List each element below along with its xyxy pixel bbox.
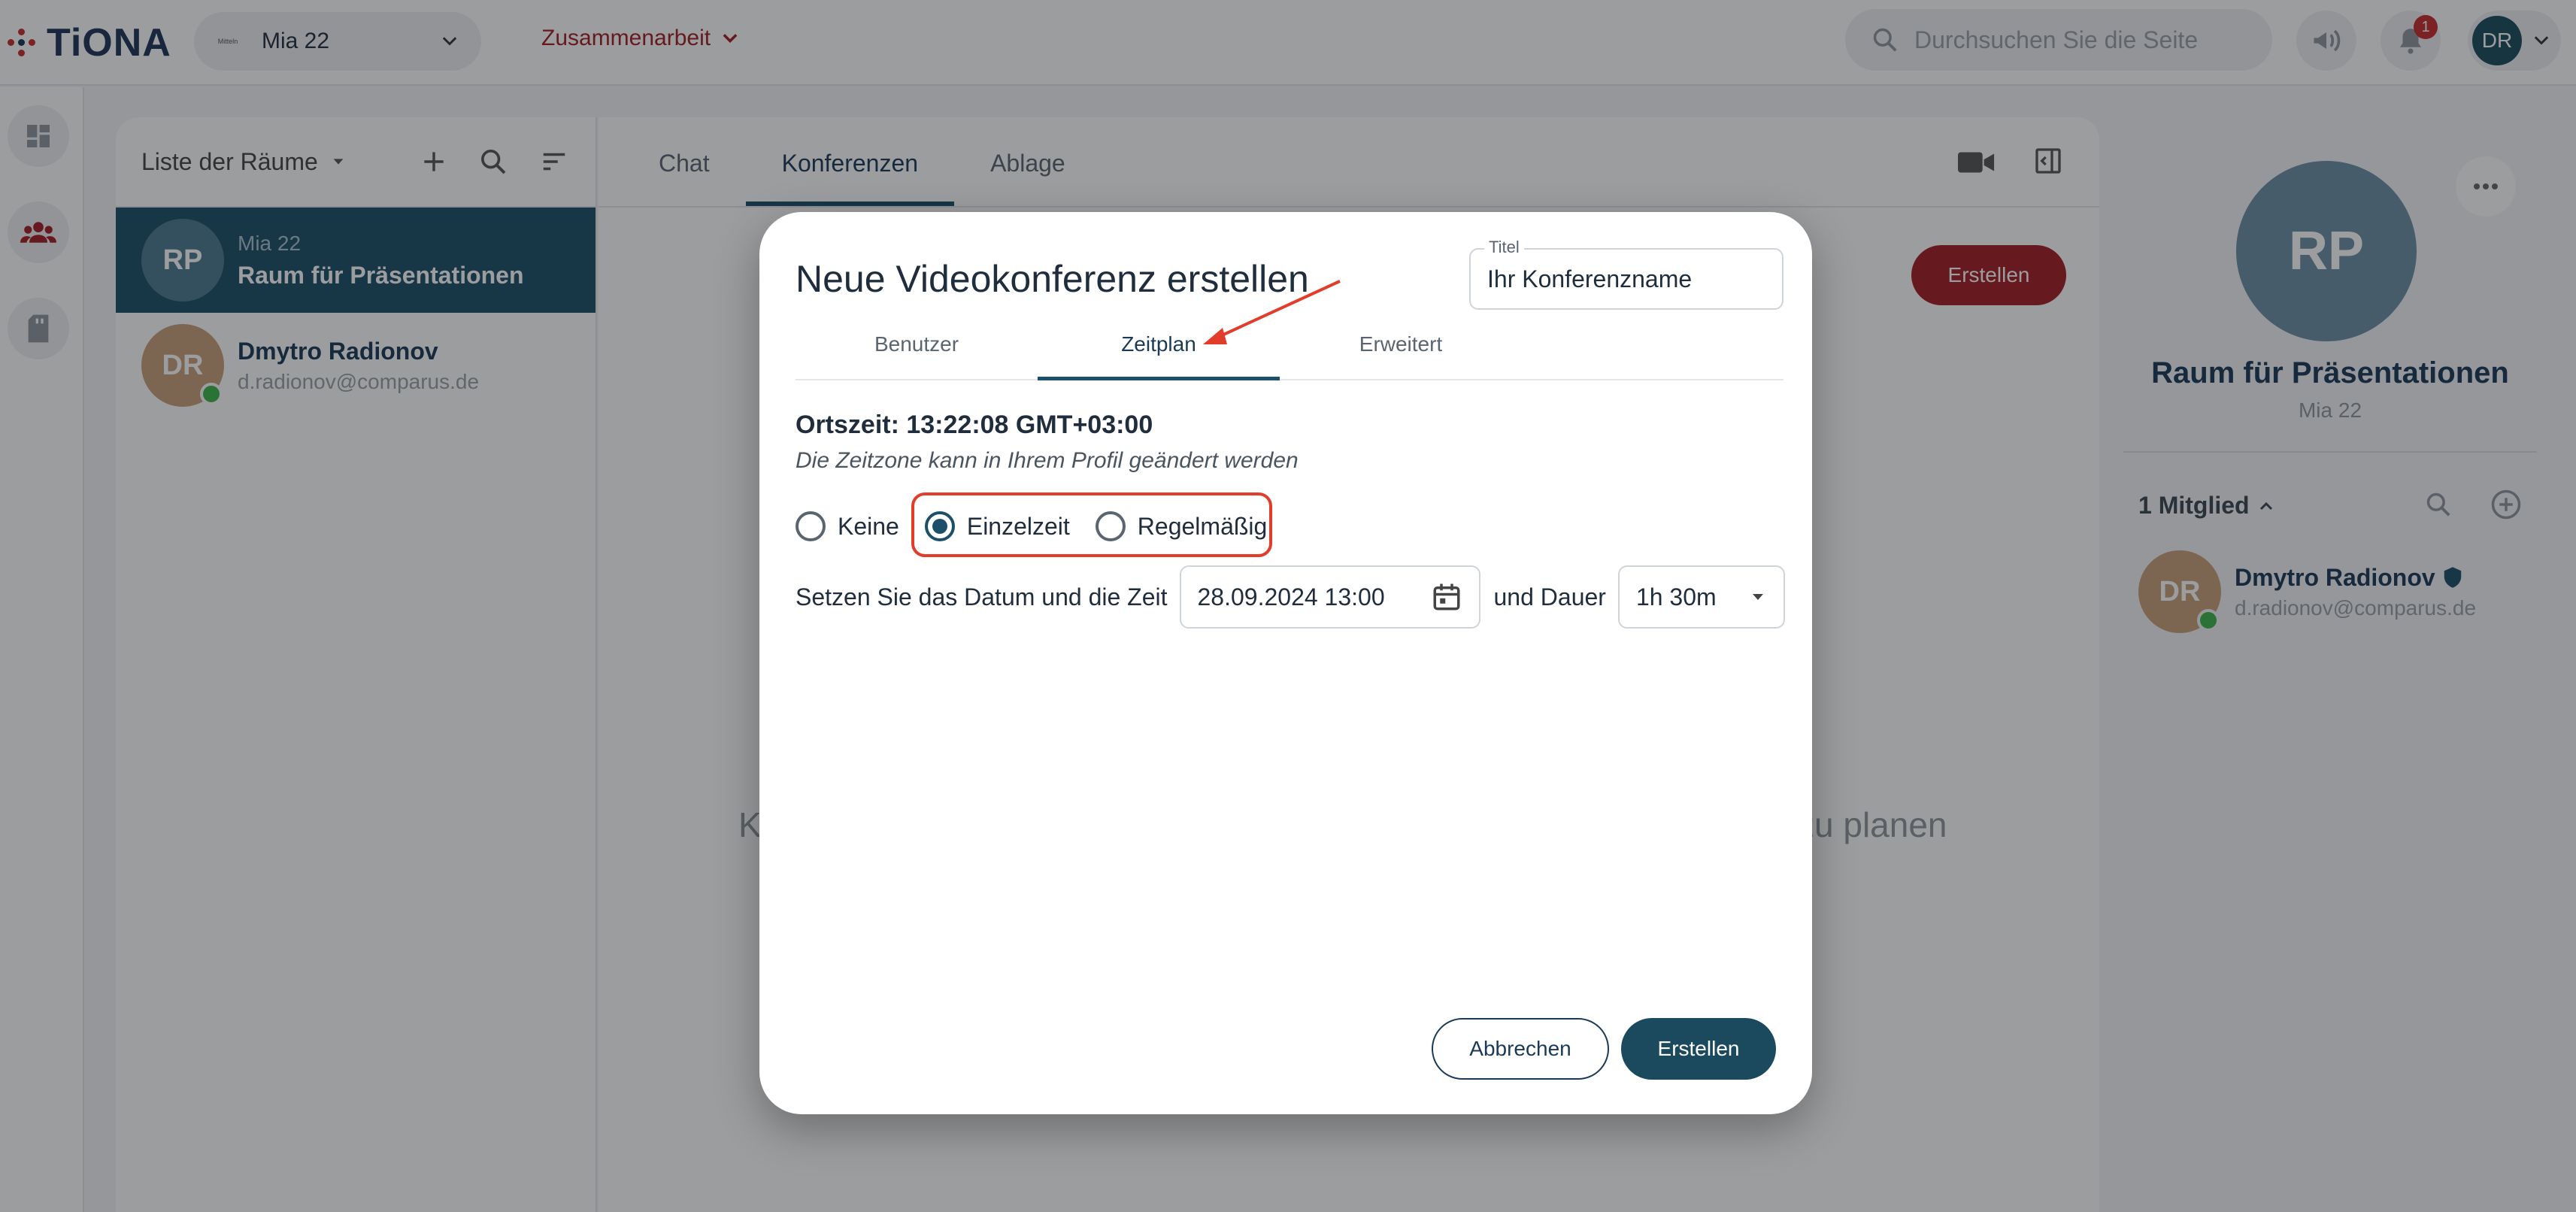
calendar-icon[interactable] [1431, 581, 1462, 613]
dialog-tabs: Benutzer Zeitplan Erweitert [796, 325, 1784, 380]
timezone-hint: Die Zeitzone kann in Ihrem Profil geände… [796, 448, 1299, 473]
cancel-button[interactable]: Abbrechen [1432, 1018, 1609, 1080]
caret-down-icon [1752, 594, 1763, 600]
annotation-highlight-box [911, 492, 1272, 557]
dialog-title: Neue Videokonferenz erstellen [796, 258, 1309, 300]
duration-value: 1h 30m [1635, 583, 1717, 611]
radio-label: Keine [838, 512, 899, 540]
create-videoconference-dialog: Neue Videokonferenz erstellen Titel Benu… [759, 212, 1812, 1114]
duration-label: und Dauer [1493, 583, 1606, 611]
create-button[interactable]: Erstellen [1621, 1018, 1776, 1080]
conference-title-field: Titel [1469, 238, 1784, 310]
date-label: Setzen Sie das Datum und die Zeit [796, 583, 1168, 611]
date-time-picker[interactable]: 28.09.2024 13:00 [1179, 565, 1480, 629]
local-time-label: Ortszeit: 13:22:08 GMT+03:00 [796, 411, 1153, 439]
tab-users[interactable]: Benutzer [796, 325, 1038, 379]
date-duration-row: Setzen Sie das Datum und die Zeit 28.09.… [796, 565, 1785, 629]
tab-advanced[interactable]: Erweitert [1280, 325, 1522, 379]
duration-select[interactable]: 1h 30m [1617, 565, 1785, 629]
conference-title-input[interactable] [1471, 250, 1782, 308]
title-field-label: Titel [1484, 238, 1524, 257]
date-value: 28.09.2024 13:00 [1197, 583, 1385, 611]
radio-circle [796, 511, 826, 541]
tab-schedule[interactable]: Zeitplan [1038, 325, 1280, 380]
radio-none[interactable]: Keine [796, 511, 899, 541]
